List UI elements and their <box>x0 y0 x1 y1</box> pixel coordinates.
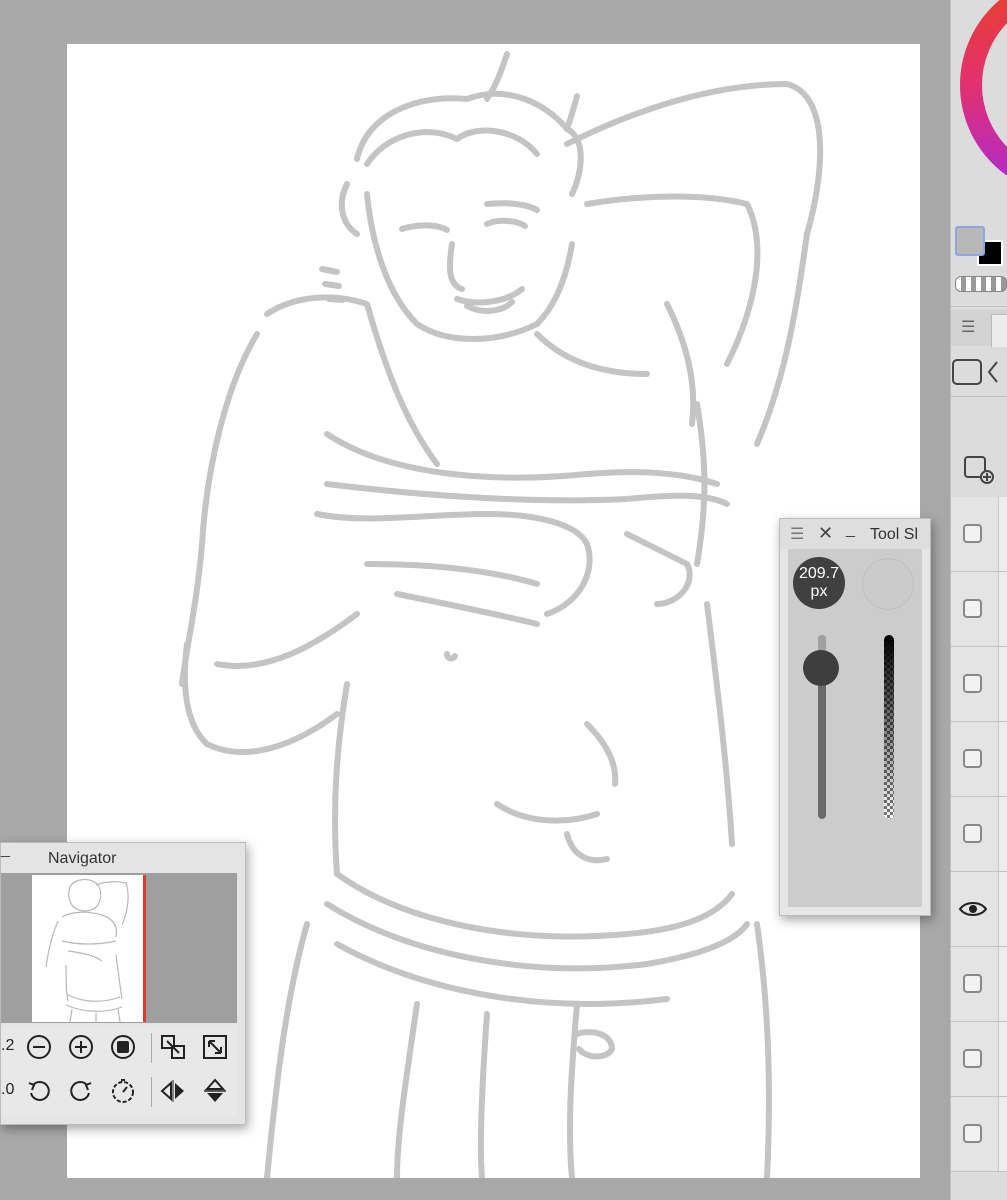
zoom-value[interactable]: .2 <box>1 1037 14 1055</box>
flip-horizontal-button[interactable] <box>159 1077 187 1105</box>
layer-row[interactable] <box>951 872 1007 947</box>
layer-thumbnail <box>998 947 1007 1021</box>
flip-vertical-button[interactable] <box>201 1077 229 1105</box>
palette-header: _ Navigator <box>1 841 245 873</box>
layer-visibility-checkbox[interactable] <box>963 1049 982 1068</box>
layer-row[interactable] <box>951 647 1007 722</box>
layer-visibility-checkbox[interactable] <box>963 524 982 543</box>
flip-vertical-icon <box>204 1078 226 1102</box>
layer-visibility-checkbox[interactable] <box>963 674 982 693</box>
layer-visibility-checkbox[interactable] <box>963 1124 982 1143</box>
layer-visibility-checkbox[interactable] <box>963 749 982 768</box>
zoom-out-icon <box>27 1035 51 1059</box>
divider <box>151 1033 152 1063</box>
reset-rotation-icon <box>112 1079 134 1103</box>
tab-layer[interactable] <box>991 314 1007 347</box>
zoom-in-icon <box>69 1035 93 1059</box>
layer-thumbnail <box>998 1097 1007 1171</box>
layer-thumbnail <box>998 1022 1007 1096</box>
layer-row[interactable] <box>951 497 1007 572</box>
minimize-icon[interactable]: _ <box>1 841 10 859</box>
menu-icon[interactable]: ☰ <box>790 524 804 544</box>
fit-window-button[interactable] <box>201 1033 229 1061</box>
expand-icon <box>203 1035 227 1059</box>
layer-thumbnail <box>998 497 1007 571</box>
canvas-thumbnail <box>32 875 144 1023</box>
reset-zoom-button[interactable] <box>109 1033 137 1061</box>
right-dock: ☰ <box>950 0 1007 1200</box>
palette-title: Navigator <box>48 850 117 867</box>
brush-size-unit: px <box>810 583 828 600</box>
divider <box>151 1077 152 1107</box>
layer-visibility-checkbox[interactable] <box>963 599 982 618</box>
layer-visibility-checkbox[interactable] <box>963 974 982 993</box>
new-layer-icon[interactable] <box>963 455 997 485</box>
navigator-controls: .2 .0 <box>1 1025 237 1117</box>
rotate-right-icon <box>70 1080 92 1101</box>
layer-thumbnail <box>998 647 1007 721</box>
minimize-icon[interactable]: _ <box>846 521 855 539</box>
layer-thumbnail <box>998 722 1007 796</box>
current-color-indicator[interactable] <box>862 558 914 610</box>
rotate-left-icon <box>28 1080 50 1101</box>
fit-screen-icon <box>161 1035 185 1059</box>
dock-divider <box>951 396 1007 397</box>
color-wheel[interactable] <box>951 0 1007 200</box>
view-frame[interactable] <box>143 875 146 1022</box>
rotation-value[interactable]: .0 <box>1 1081 14 1099</box>
tool-size-palette: ☰ ✕ _ Tool Sl 209.7 px <box>779 518 931 916</box>
layer-mask-icon[interactable] <box>951 350 1007 394</box>
rotate-right-button[interactable] <box>67 1077 95 1105</box>
dock-divider <box>951 306 1007 307</box>
layer-row[interactable] <box>951 1022 1007 1097</box>
layer-tool-row <box>951 350 1007 394</box>
layer-thumbnail <box>998 797 1007 871</box>
reset-zoom-icon <box>111 1035 135 1059</box>
rotate-left-button[interactable] <box>25 1077 53 1105</box>
layer-thumbnail <box>998 572 1007 646</box>
navigator-palette: _ Navigator .2 .0 <box>0 841 246 1125</box>
layer-row[interactable] <box>951 1097 1007 1172</box>
eye-icon[interactable] <box>958 899 988 919</box>
layer-palette-tabs: ☰ <box>951 310 1007 347</box>
transparent-color-chip[interactable] <box>955 276 1007 292</box>
layer-row[interactable] <box>951 572 1007 647</box>
fit-to-screen-button[interactable] <box>159 1033 187 1061</box>
brush-size-slider-thumb[interactable] <box>803 650 839 686</box>
layer-thumbnail <box>998 872 1007 946</box>
color-chips <box>951 222 1007 302</box>
palette-header: ☰ ✕ _ Tool Sl <box>780 519 930 549</box>
reset-rotation-button[interactable] <box>109 1077 137 1105</box>
menu-icon[interactable]: ☰ <box>961 316 985 340</box>
zoom-out-button[interactable] <box>25 1033 53 1061</box>
opacity-slider[interactable] <box>884 635 894 819</box>
main-color-chip[interactable] <box>955 226 985 256</box>
palette-body: 209.7 px <box>788 549 922 907</box>
navigator-preview[interactable] <box>1 873 237 1023</box>
brush-size-indicator[interactable]: 209.7 px <box>793 557 845 609</box>
layer-row[interactable] <box>951 947 1007 1022</box>
flip-horizontal-icon <box>160 1080 184 1102</box>
palette-title: Tool Sl <box>870 526 919 543</box>
layer-row[interactable] <box>951 797 1007 872</box>
close-icon[interactable]: ✕ <box>818 523 833 544</box>
brush-size-value: 209.7 <box>798 565 840 582</box>
zoom-in-button[interactable] <box>67 1033 95 1061</box>
layer-row[interactable] <box>951 722 1007 797</box>
layer-visibility-checkbox[interactable] <box>963 824 982 843</box>
